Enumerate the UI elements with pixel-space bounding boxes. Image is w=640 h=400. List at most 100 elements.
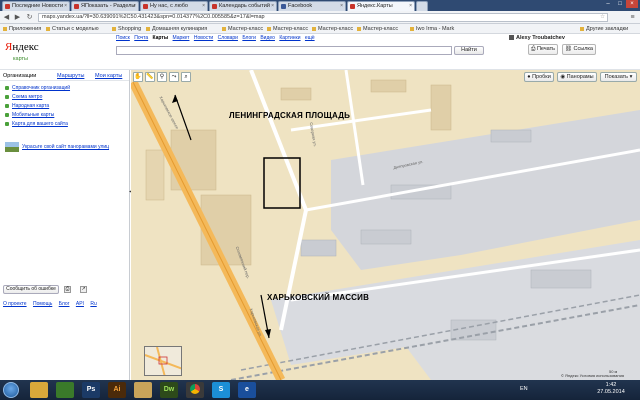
tab-routes[interactable]: Маршруты [57, 71, 84, 81]
hand-icon[interactable]: ✋ [133, 72, 143, 82]
service-link[interactable]: Картинки [279, 35, 300, 41]
arrow-head [265, 329, 271, 338]
building [360, 229, 412, 245]
taskbar-app-files[interactable] [134, 382, 152, 398]
services-nav: Поиск Почта Карты Маркет Новости Словари… [116, 34, 318, 42]
search-input[interactable] [116, 46, 452, 55]
print-icon[interactable]: ⎙ [64, 286, 71, 293]
share-icon[interactable]: ↗ [80, 286, 87, 293]
building [300, 239, 337, 257]
service-link[interactable]: Поиск [116, 35, 130, 41]
map-copyright[interactable]: © Яндекс Условия использования [561, 373, 624, 378]
browser-tab[interactable]: ЯПоказать - Разделы × [71, 1, 139, 11]
bookmark-item[interactable]: Мастер-класс [267, 24, 308, 34]
print-button[interactable]: ⎙ Печать [528, 44, 558, 55]
ruler-icon[interactable]: 📏 [145, 72, 155, 82]
bookmark-item[interactable]: Мастер-класс [312, 24, 353, 34]
search-button[interactable]: Найти [454, 46, 484, 55]
service-link[interactable]: Новости [194, 35, 213, 41]
footer-link[interactable]: API [76, 301, 84, 307]
back-icon[interactable]: ◀ [2, 13, 11, 22]
address-bar[interactable]: maps.yandex.ua/?ll=30.639091%2C50.431423… [38, 13, 608, 22]
panorama-promo-link[interactable]: Украсьте свой сайт панорамами улиц [22, 144, 109, 150]
favicon-icon [143, 4, 148, 9]
maximize-icon[interactable]: □ [614, 0, 626, 8]
favicon-icon [5, 4, 10, 9]
building [370, 79, 407, 93]
service-link[interactable]: Маркет [173, 35, 190, 41]
bookmark-item[interactable]: Iwo Irma - Mark [410, 24, 454, 34]
bookmark-item[interactable]: Домашняя кулинария [146, 24, 207, 34]
traffic-button[interactable]: ● Пробки [524, 72, 554, 82]
layers-dropdown[interactable]: Показать ▾ [600, 72, 637, 82]
tab-organizations[interactable]: Организации [3, 71, 36, 81]
browser-tab-active[interactable]: Яндекс.Карты × [347, 1, 415, 11]
footer-link[interactable]: Ru [90, 301, 96, 307]
footer-link[interactable]: Блог [59, 301, 70, 307]
bookmark-item[interactable]: Статьи с моделью [46, 24, 99, 34]
magnifier-icon[interactable]: ⌕ [181, 72, 191, 82]
bookmark-item[interactable]: Мастер-класс [222, 24, 263, 34]
link-directory[interactable]: Справочник организаций [5, 85, 70, 91]
panorama-thumbnail[interactable] [5, 142, 19, 152]
tab-my-maps[interactable]: Мои карты [95, 71, 122, 81]
taskbar-app-dreamweaver[interactable]: Dw [160, 382, 178, 398]
footer-link[interactable]: Помощь [33, 301, 52, 307]
start-button[interactable] [3, 382, 19, 398]
taskbar-app-chrome[interactable] [186, 382, 204, 398]
system-clock[interactable]: 1:42 27.05.2014 [596, 382, 626, 396]
service-link[interactable]: Блоги [242, 35, 256, 41]
language-indicator[interactable]: EN [520, 386, 528, 392]
browser-tab[interactable]: Ну нас, с любо × [140, 1, 208, 11]
service-link[interactable]: ещё [305, 35, 315, 41]
close-window-icon[interactable]: × [626, 0, 638, 8]
close-tab-icon[interactable]: × [409, 2, 412, 11]
close-tab-icon[interactable]: × [64, 2, 67, 11]
menu-icon[interactable]: ≡ [628, 13, 637, 22]
close-tab-icon[interactable]: × [271, 2, 274, 11]
yandex-logo[interactable]: Яндекс [5, 41, 39, 53]
link-people-map[interactable]: Народная карта [5, 103, 49, 109]
close-tab-icon[interactable]: × [340, 2, 343, 11]
route-icon[interactable]: ⤳ [169, 72, 179, 82]
link-metro[interactable]: Схема метро [5, 94, 42, 100]
reload-icon[interactable]: ↻ [25, 13, 34, 22]
footer-link[interactable]: О проекте [3, 301, 27, 307]
link-button[interactable]: ⛓ Ссылка [562, 44, 596, 55]
service-link[interactable]: Видео [260, 35, 275, 41]
taskbar-app-explorer[interactable] [30, 382, 48, 398]
new-tab-button[interactable] [416, 1, 428, 11]
bookmark-star-icon[interactable]: ☆ [600, 14, 605, 21]
browser-tab[interactable]: Календарь событий × [209, 1, 277, 11]
service-link[interactable]: Словари [218, 35, 238, 41]
map-canvas[interactable]: Харьковское шоссе Соломянский пер. Север… [131, 70, 640, 380]
report-error-button[interactable]: Сообщить об ошибке [3, 285, 59, 294]
link-site-map[interactable]: Карта для вашего сайта [5, 121, 68, 127]
street [249, 70, 309, 331]
overview-minimap[interactable] [144, 346, 182, 376]
close-tab-icon[interactable]: × [202, 2, 205, 11]
link-mobile-maps[interactable]: Мобильные карты [5, 112, 54, 118]
taskbar-app-media[interactable] [56, 382, 74, 398]
user-name[interactable]: Alexy Troubatchev [509, 34, 565, 42]
panoramas-button[interactable]: ◉ Панорамы [557, 72, 597, 82]
pin-icon[interactable]: ⚲ [157, 72, 167, 82]
minimize-icon[interactable]: – [602, 0, 614, 8]
favicon-icon [212, 4, 217, 9]
browser-tab[interactable]: Последние Новости × [2, 1, 70, 11]
taskbar-app-illustrator[interactable]: Ai [108, 382, 126, 398]
bookmark-item[interactable]: Приложения [3, 24, 41, 34]
taskbar-app-photoshop[interactable]: Ps [82, 382, 100, 398]
building [530, 269, 592, 289]
building [430, 84, 452, 131]
bookmark-item[interactable]: Shopping [112, 24, 141, 34]
forward-icon[interactable]: ▶ [13, 13, 22, 22]
browser-tab[interactable]: Facebook × [278, 1, 346, 11]
favicon-icon [74, 4, 79, 9]
service-link[interactable]: Почта [134, 35, 148, 41]
taskbar-app-ie[interactable]: e [238, 382, 256, 398]
bookmark-folder[interactable]: Другие закладки [580, 24, 628, 34]
close-tab-icon[interactable]: × [133, 2, 136, 11]
taskbar-app-skype[interactable]: S [212, 382, 230, 398]
bookmark-item[interactable]: Мастер-класс [357, 24, 398, 34]
